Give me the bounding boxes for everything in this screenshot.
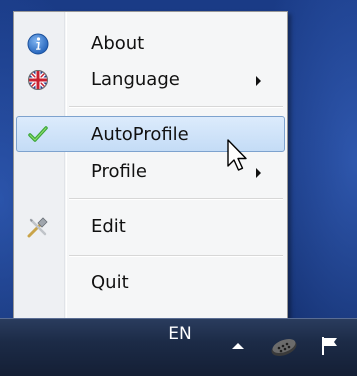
menu-item-language[interactable]: Language xyxy=(16,62,285,98)
action-center-flag-icon[interactable] xyxy=(317,333,343,359)
menu-separator xyxy=(69,106,283,108)
mouse-pointer-icon xyxy=(227,139,247,171)
menu-item-label: AutoProfile xyxy=(91,124,189,145)
menu-item-label: About xyxy=(91,33,145,54)
menu-item-label: Edit xyxy=(91,216,126,237)
menu-item-label: Language xyxy=(91,69,180,90)
app-tray-icon[interactable] xyxy=(268,333,300,359)
taskbar: EN xyxy=(0,318,357,376)
menu-item-label: Quit xyxy=(91,272,129,293)
menu-item-label: Profile xyxy=(91,161,147,182)
menu-separator xyxy=(69,255,283,257)
language-indicator[interactable]: EN xyxy=(160,324,200,344)
menu-item-about[interactable]: About xyxy=(16,26,285,62)
menu-separator xyxy=(69,198,283,200)
info-icon xyxy=(27,33,49,55)
checkmark-icon xyxy=(28,126,48,142)
menu-item-quit[interactable]: Quit xyxy=(16,265,285,301)
menu-item-edit[interactable]: Edit xyxy=(16,209,285,245)
edit-tools-icon xyxy=(27,217,48,238)
submenu-arrow-icon xyxy=(256,168,261,178)
submenu-arrow-icon xyxy=(256,76,261,86)
uk-flag-icon xyxy=(28,70,48,90)
show-hidden-icons-arrow[interactable] xyxy=(232,343,244,349)
